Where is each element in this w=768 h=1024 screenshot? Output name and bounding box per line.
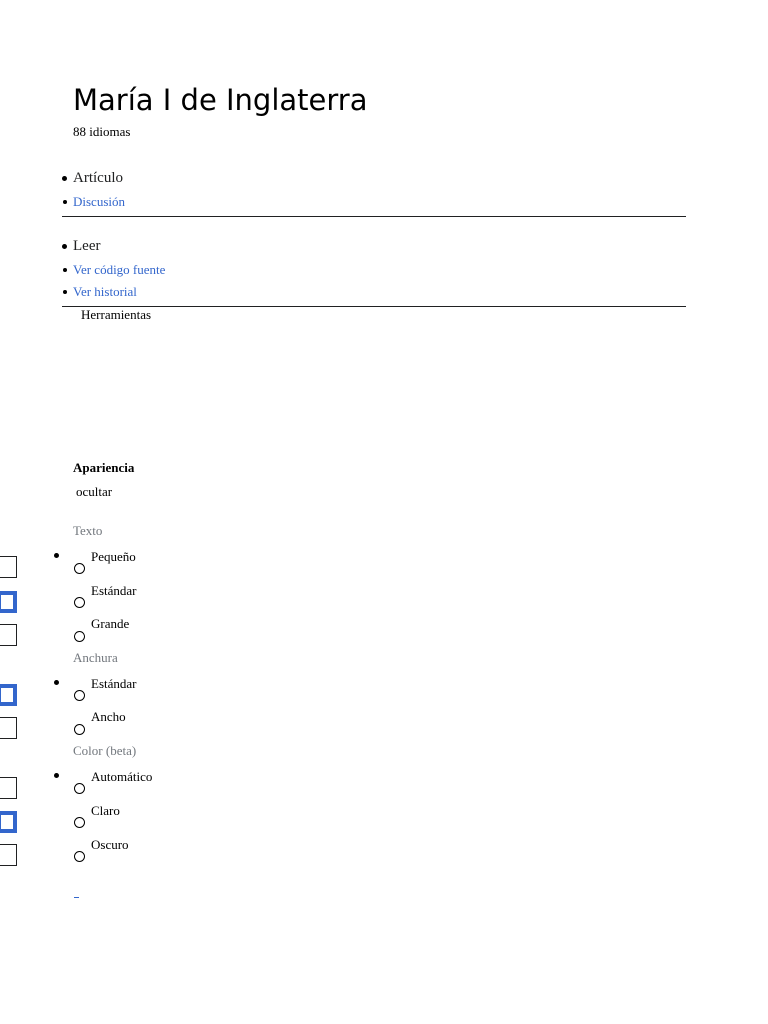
text-size-standard-label: Estándar bbox=[91, 583, 137, 598]
text-size-large-radio[interactable] bbox=[74, 631, 85, 642]
text-size-small-checkbox[interactable] bbox=[0, 556, 17, 578]
page-title: María I de Inglaterra bbox=[73, 83, 368, 117]
width-wide-checkbox[interactable] bbox=[0, 717, 17, 739]
bullet-icon bbox=[54, 680, 59, 685]
width-group-label: Anchura bbox=[73, 650, 118, 665]
tab-view-history[interactable]: Ver historial bbox=[73, 284, 137, 300]
tools-menu-button[interactable]: Herramientas bbox=[81, 307, 151, 323]
color-dark-radio[interactable] bbox=[74, 851, 85, 862]
bullet-icon bbox=[63, 200, 67, 204]
width-standard-radio[interactable] bbox=[74, 690, 85, 701]
divider bbox=[62, 216, 686, 217]
width-standard-checkbox[interactable] bbox=[0, 684, 17, 706]
language-count-button[interactable]: 88 idiomas bbox=[73, 124, 130, 140]
divider bbox=[62, 306, 686, 307]
text-size-standard-checkbox[interactable] bbox=[0, 591, 17, 613]
color-light-radio[interactable] bbox=[74, 817, 85, 828]
text-size-large-checkbox[interactable] bbox=[0, 624, 17, 646]
bullet-icon bbox=[63, 290, 67, 294]
text-size-standard-radio[interactable] bbox=[74, 597, 85, 608]
bullet-icon bbox=[54, 553, 59, 558]
tab-read[interactable]: Leer bbox=[73, 238, 100, 255]
width-wide-radio[interactable] bbox=[74, 724, 85, 735]
bullet-icon bbox=[62, 176, 67, 181]
tab-article[interactable]: Artículo bbox=[73, 170, 123, 187]
tab-view-source[interactable]: Ver código fuente bbox=[73, 262, 165, 278]
color-automatic-label: Automático bbox=[91, 769, 153, 784]
bullet-icon bbox=[63, 268, 67, 272]
bullet-icon bbox=[54, 773, 59, 778]
small-link[interactable] bbox=[74, 891, 79, 898]
color-dark-checkbox[interactable] bbox=[0, 844, 17, 866]
tab-discussion[interactable]: Discusión bbox=[73, 194, 125, 210]
hide-appearance-button[interactable]: ocultar bbox=[76, 484, 112, 500]
width-wide-label: Ancho bbox=[91, 709, 126, 724]
color-light-checkbox[interactable] bbox=[0, 811, 17, 833]
color-group-label: Color (beta) bbox=[73, 743, 137, 758]
width-standard-label: Estándar bbox=[91, 676, 137, 691]
color-automatic-radio[interactable] bbox=[74, 783, 85, 794]
color-light-label: Claro bbox=[91, 803, 120, 818]
appearance-heading: Apariencia bbox=[73, 460, 135, 475]
text-size-small-label: Pequeño bbox=[91, 549, 136, 564]
text-size-group-label: Texto bbox=[73, 523, 103, 538]
text-size-large-label: Grande bbox=[91, 616, 130, 631]
bullet-icon bbox=[62, 244, 67, 249]
text-size-small-radio[interactable] bbox=[74, 563, 85, 574]
color-dark-label: Oscuro bbox=[91, 837, 129, 852]
color-automatic-checkbox[interactable] bbox=[0, 777, 17, 799]
